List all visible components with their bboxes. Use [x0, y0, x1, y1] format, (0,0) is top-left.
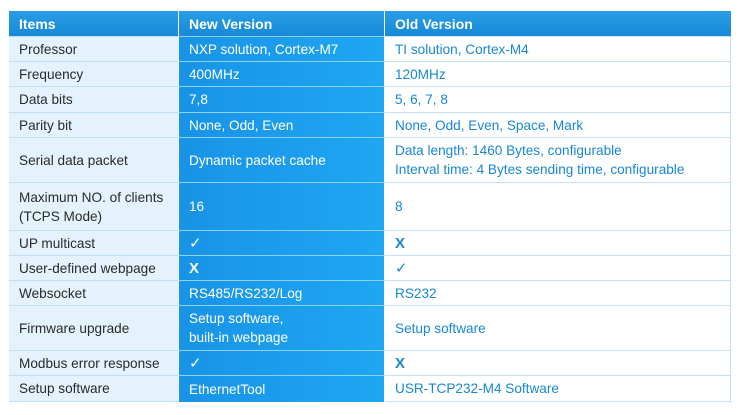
check-mark-icon: ✓ [189, 354, 202, 372]
row-item-label: Parity bit [9, 112, 179, 137]
new-version-value: RS485/RS232/Log [179, 280, 385, 305]
table-row: Frequency 400MHz 120MHz [9, 61, 731, 86]
row-item-label: UP multicast [9, 230, 179, 255]
header-old-version: Old Version [385, 11, 731, 36]
new-version-value: ✓ [179, 230, 385, 255]
old-version-value: TI solution, Cortex-M4 [385, 36, 731, 61]
new-version-value: None, Odd, Even [179, 112, 385, 137]
table-row: Professor NXP solution, Cortex-M7 TI sol… [9, 36, 731, 61]
new-version-value: 16 [179, 182, 385, 230]
table-row: UP multicast ✓ X [9, 230, 731, 255]
table-row: Firmware upgrade Setup software, built-i… [9, 305, 731, 350]
new-version-value: Dynamic packet cache [179, 137, 385, 182]
header-row: Items New Version Old Version [9, 11, 731, 36]
new-version-value-line: Setup software, [189, 311, 284, 326]
old-version-value: USR-TCP232-M4 Software [385, 375, 731, 402]
new-version-value: ✓ [179, 350, 385, 375]
header-items: Items [9, 11, 179, 36]
cross-mark-icon: X [395, 354, 406, 372]
row-item-label: Serial data packet [9, 137, 179, 182]
old-version-value: 8 [385, 182, 731, 230]
old-version-value: ✓ [385, 255, 731, 280]
row-item-label: Websocket [9, 280, 179, 305]
table-row: Maximum NO. of clients (TCPS Mode) 16 8 [9, 182, 731, 230]
row-item-label: Modbus error response [9, 350, 179, 375]
row-item-label: Setup software [9, 375, 179, 402]
new-version-value: Setup software, built-in webpage [179, 305, 385, 350]
new-version-value: 7,8 [179, 86, 385, 112]
new-version-value: X [179, 255, 385, 280]
table-row: Data bits 7,8 5, 6, 7, 8 [9, 86, 731, 112]
old-version-value-line: Interval time: 4 Bytes sending time, con… [395, 162, 685, 177]
row-item-label-line: (TCPS Mode) [19, 208, 103, 224]
new-version-value-line: built-in webpage [189, 330, 288, 345]
row-item-label: Data bits [9, 86, 179, 112]
new-version-value: 400MHz [179, 61, 385, 86]
table-row: Modbus error response ✓ X [9, 350, 731, 375]
old-version-value: RS232 [385, 280, 731, 305]
table-row: Parity bit None, Odd, Even None, Odd, Ev… [9, 112, 731, 137]
old-version-value: 120MHz [385, 61, 731, 86]
row-item-label: Frequency [9, 61, 179, 86]
old-version-value: Data length: 1460 Bytes, configurable In… [385, 137, 731, 182]
row-item-label-line: Maximum NO. of clients [19, 189, 164, 205]
table-row: Setup software EthernetTool USR-TCP232-M… [9, 375, 731, 402]
table-row: Serial data packet Dynamic packet cache … [9, 137, 731, 182]
check-mark-icon: ✓ [395, 259, 408, 277]
cross-mark-icon: X [395, 234, 406, 252]
old-version-value: None, Odd, Even, Space, Mark [385, 112, 731, 137]
old-version-value: 5, 6, 7, 8 [385, 86, 731, 112]
header-new-version: New Version [179, 11, 385, 36]
table-row: User-defined webpage X ✓ [9, 255, 731, 280]
check-mark-icon: ✓ [189, 234, 202, 252]
table-row: Websocket RS485/RS232/Log RS232 [9, 280, 731, 305]
cross-mark-icon: X [189, 259, 200, 277]
row-item-label: Firmware upgrade [9, 305, 179, 350]
new-version-value: EthernetTool [179, 375, 385, 402]
old-version-value: X [385, 230, 731, 255]
comparison-table-container: Items New Version Old Version Professor … [9, 11, 731, 402]
old-version-value: X [385, 350, 731, 375]
new-version-value: NXP solution, Cortex-M7 [179, 36, 385, 61]
row-item-label: Professor [9, 36, 179, 61]
row-item-label: Maximum NO. of clients (TCPS Mode) [9, 182, 179, 230]
row-item-label: User-defined webpage [9, 255, 179, 280]
version-comparison-table: Items New Version Old Version Professor … [9, 11, 731, 402]
old-version-value-line: Data length: 1460 Bytes, configurable [395, 143, 622, 158]
old-version-value: Setup software [385, 305, 731, 350]
